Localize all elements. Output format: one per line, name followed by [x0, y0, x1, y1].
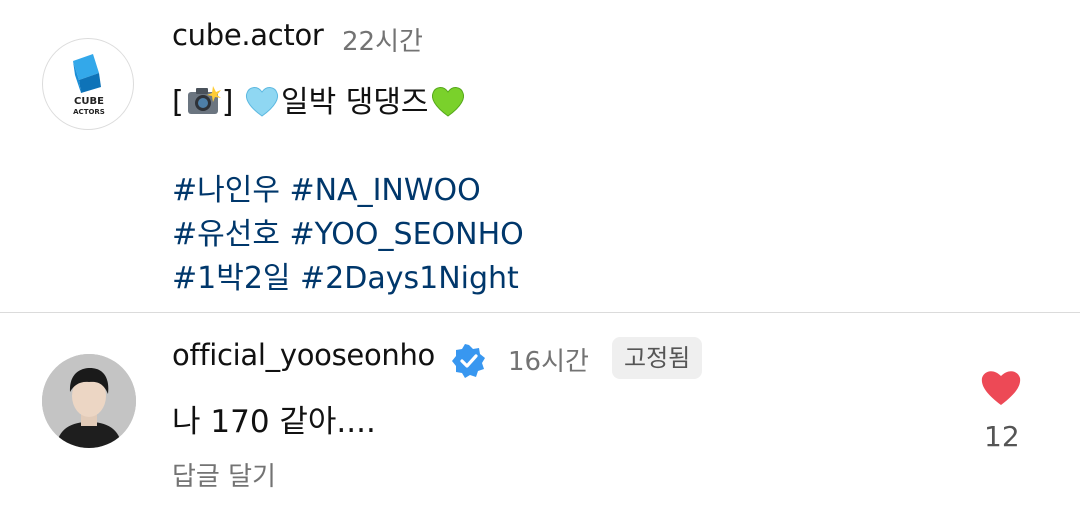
caption-text: 일박 댕댕즈 [280, 85, 429, 120]
post-timestamp: 22시간 [342, 27, 423, 57]
reply-button[interactable]: 답글 달기 [172, 456, 276, 493]
light-blue-heart-icon [244, 84, 280, 126]
avatar-logo-top-text: CUBE [74, 96, 104, 107]
comment-username[interactable]: official_yooseonho [172, 338, 435, 372]
comment-timestamp: 16시간 [508, 347, 589, 377]
hashtag-line[interactable]: #유선호 #YOO_SEONHO [172, 209, 524, 253]
camera-flash-icon [185, 84, 221, 126]
hashtag-line[interactable]: #나인우 #NA_INWOO [172, 165, 481, 209]
cube-actors-avatar[interactable]: CUBE ACTORS [42, 38, 134, 130]
cube-logo-icon: CUBE ACTORS [73, 54, 105, 116]
heart-icon[interactable] [980, 368, 1022, 410]
caption-close-bracket: ] [221, 85, 234, 120]
commenter-avatar[interactable] [42, 354, 136, 448]
person-portrait-icon [42, 354, 136, 448]
verified-badge-icon [452, 344, 486, 382]
avatar-logo-bottom-text: ACTORS [73, 108, 105, 116]
caption-open-bracket: [ [172, 85, 184, 120]
post-username[interactable]: cube.actor [172, 18, 324, 52]
post-caption-section: CUBE ACTORS cube.actor 22시간 [ ] 일박 댕댕즈 #… [0, 0, 1080, 312]
post-caption: [ ] 일박 댕댕즈 [172, 77, 467, 126]
like-count: 12 [984, 420, 1020, 453]
comment-text: 나 170 같아.... [172, 404, 376, 440]
pinned-badge: 고정됨 [612, 337, 703, 379]
green-heart-icon [430, 84, 466, 126]
hashtag-line[interactable]: #1박2일 #2Days1Night [172, 253, 519, 297]
